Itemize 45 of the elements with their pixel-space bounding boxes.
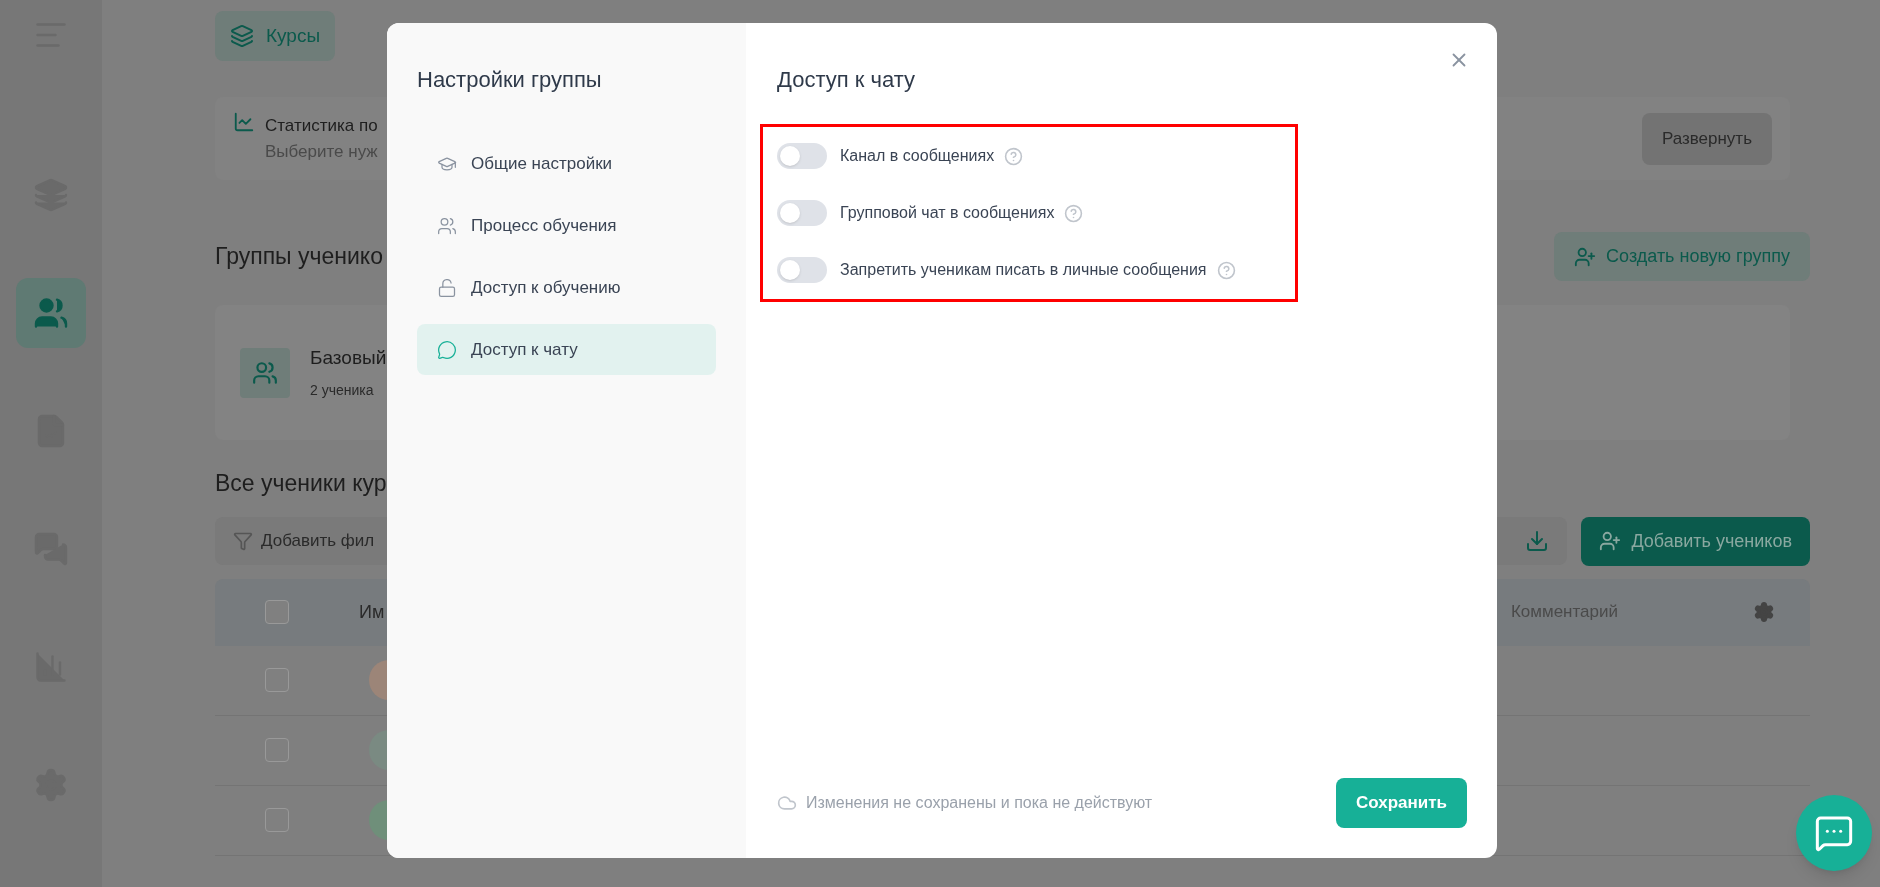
users-icon [33, 295, 69, 331]
checkbox[interactable] [265, 738, 289, 762]
groups-heading: Группы ученико [215, 242, 383, 272]
checkbox[interactable] [265, 600, 289, 624]
toggle-label: Групповой чат в сообщениях [840, 203, 1055, 223]
student-count: 2 ученика [310, 381, 375, 401]
add-students-button[interactable]: Добавить учеников [1581, 516, 1810, 566]
stats-subtitle: Выберите нуж [265, 140, 378, 163]
section-title: Доступ к чату [777, 66, 916, 94]
add-user-icon [1599, 530, 1622, 552]
unlock-icon [437, 277, 457, 298]
courses-button[interactable]: Курсы [215, 11, 336, 61]
students-heading: Все ученики кур [215, 469, 388, 498]
stats-title: Статистика по [265, 115, 378, 137]
menu-item[interactable]: Общие настройки [417, 138, 716, 189]
chat-bubble-icon [437, 339, 457, 360]
dialog-title: Настройки группы [417, 66, 603, 94]
sidebar-item[interactable] [16, 278, 86, 348]
line-chart-icon [233, 111, 255, 133]
unsaved-note: Изменения не сохранены и пока не действуют [806, 793, 1153, 813]
toggle-switch[interactable] [777, 200, 827, 226]
column-header: Им [359, 600, 385, 624]
menu-item[interactable]: Доступ к чату [417, 324, 716, 375]
download-icon[interactable] [1525, 529, 1550, 553]
toggle-switch[interactable] [777, 143, 827, 169]
help-icon[interactable] [1064, 203, 1084, 223]
filter-icon [233, 531, 253, 551]
checkbox[interactable] [265, 668, 289, 692]
toggle-switch[interactable] [777, 257, 827, 283]
toggle-label: Канал в сообщениях [840, 146, 995, 166]
layers-icon [230, 24, 254, 48]
toggle-label: Запретить ученикам писать в личные сообщения [840, 260, 1207, 280]
checkbox[interactable] [265, 808, 289, 832]
expand-button[interactable]: Развернуть [1641, 112, 1772, 165]
cloud-icon [777, 793, 797, 813]
add-user-icon [1574, 245, 1597, 268]
create-group-button[interactable]: Создать новую группу [1554, 232, 1810, 281]
help-icon[interactable] [1004, 146, 1024, 166]
save-button[interactable]: Сохранить [1335, 778, 1467, 828]
users-icon [437, 215, 457, 236]
menu-item[interactable]: Доступ к обучению [417, 262, 716, 313]
help-icon[interactable] [1216, 260, 1236, 280]
group-icon [240, 347, 290, 398]
group-name: Базовый [310, 345, 387, 370]
menu-item[interactable]: Процесс обучения [417, 200, 716, 251]
